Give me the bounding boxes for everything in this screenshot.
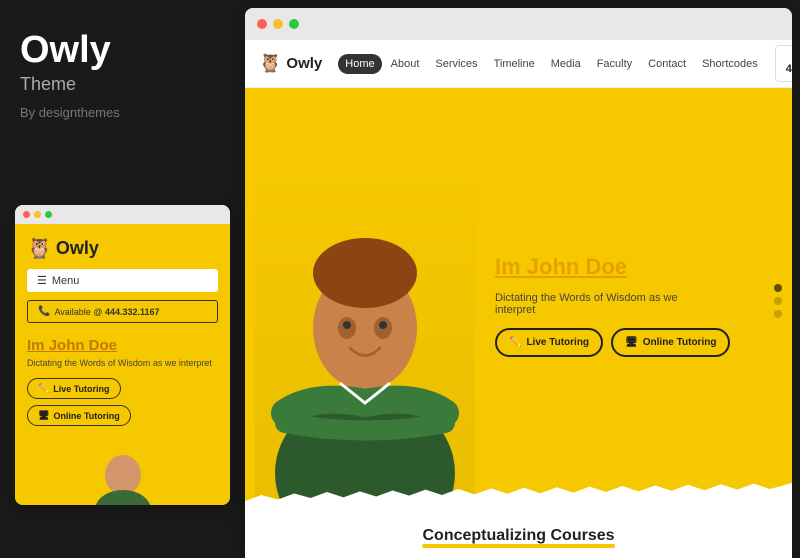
site-content: 🦉 Owly Home About Services Timeline Medi… <box>245 40 792 558</box>
bottom-section: Conceptualizing Courses <box>245 513 792 558</box>
hero-text-area: Im John Doe Dictating the Words of Wisdo… <box>475 88 792 513</box>
nav-links: Home About Services Timeline Media Facul… <box>338 54 764 74</box>
nav-link-media[interactable]: Media <box>544 54 588 74</box>
mobile-pencil-icon: ✏️ <box>38 383 49 394</box>
nav-link-services[interactable]: Services <box>428 54 484 74</box>
theme-title: Owly <box>20 30 225 72</box>
mobile-dot-green <box>45 211 52 218</box>
nav-available-label: Available @ <box>786 51 792 63</box>
nav-link-about[interactable]: About <box>384 54 427 74</box>
hero-dot-3[interactable] <box>774 310 782 318</box>
nav-link-home[interactable]: Home <box>338 54 381 74</box>
mobile-chrome <box>15 205 230 224</box>
browser-dot-yellow <box>273 19 283 29</box>
hero-heading: Im John Doe <box>495 254 772 280</box>
hero-person-svg <box>255 173 475 513</box>
hero-image-area <box>245 88 475 513</box>
mobile-logo: 🦉 Owly <box>27 236 218 261</box>
nav-link-timeline[interactable]: Timeline <box>487 54 542 74</box>
mobile-live-tutoring-button[interactable]: ✏️ Live Tutoring <box>27 378 121 399</box>
mobile-owl-icon: 🦉 <box>27 236 52 261</box>
hero-dots-nav <box>774 284 782 318</box>
section-title: Conceptualizing Courses <box>422 527 614 545</box>
theme-by: By designthemes <box>20 105 225 120</box>
hero-subtext: Dictating the Words of Wisdom as we inte… <box>495 292 715 316</box>
site-logo[interactable]: 🦉 Owly <box>259 53 322 74</box>
mobile-online-tutoring-button[interactable]: 🖥 Online Tutoring <box>27 405 131 426</box>
hero-dot-2[interactable] <box>774 297 782 305</box>
nav-cta[interactable]: Available @ 444.332.1167 <box>775 45 792 83</box>
mobile-body: 🦉 Owly ☰ Menu 📞 Available @ 444.332.1167… <box>15 224 230 505</box>
left-panel: Owly Theme By designthemes 🦉 Owly ☰ Menu… <box>0 0 245 550</box>
mobile-dot-red <box>23 211 30 218</box>
nav-link-contact[interactable]: Contact <box>641 54 693 74</box>
theme-subtitle: Theme <box>20 74 225 95</box>
owl-logo-icon: 🦉 <box>259 53 281 74</box>
hero-section: Im John Doe Dictating the Words of Wisdo… <box>245 88 792 513</box>
hero-person <box>255 173 475 513</box>
mobile-menu-icon: ☰ <box>37 274 47 287</box>
mobile-dot-yellow <box>34 211 41 218</box>
mobile-monitor-icon: 🖥 <box>38 410 49 421</box>
browser-dot-red <box>257 19 267 29</box>
mobile-person-preview <box>93 455 153 505</box>
hero-buttons: ✏️ Live Tutoring 🖥 Online Tutoring <box>495 328 772 357</box>
nav-link-shortcodes[interactable]: Shortcodes <box>695 54 765 74</box>
monitor-icon: 🖥 <box>625 337 638 348</box>
mobile-phone-button[interactable]: 📞 Available @ 444.332.1167 <box>27 300 218 323</box>
browser-chrome <box>245 8 792 40</box>
mobile-menu-button[interactable]: ☰ Menu <box>27 269 218 292</box>
online-tutoring-button[interactable]: 🖥 Online Tutoring <box>611 328 730 357</box>
mobile-hero-subtext: Dictating the Words of Wisdom as we inte… <box>27 358 218 368</box>
nav-link-faculty[interactable]: Faculty <box>590 54 639 74</box>
pencil-icon: ✏️ <box>509 337 521 348</box>
hero-dot-1[interactable] <box>774 284 782 292</box>
hero-name: John Doe <box>527 254 627 279</box>
mobile-hero-heading: Im John Doe <box>27 337 218 354</box>
browser-window: 🦉 Owly Home About Services Timeline Medi… <box>245 8 792 558</box>
mobile-phone-icon: 📞 <box>38 306 50 317</box>
browser-dot-green <box>289 19 299 29</box>
mobile-mockup: 🦉 Owly ☰ Menu 📞 Available @ 444.332.1167… <box>15 205 230 505</box>
nav-phone: 444.332.1167 <box>786 62 792 76</box>
live-tutoring-button[interactable]: ✏️ Live Tutoring <box>495 328 603 357</box>
navbar: 🦉 Owly Home About Services Timeline Medi… <box>245 40 792 88</box>
